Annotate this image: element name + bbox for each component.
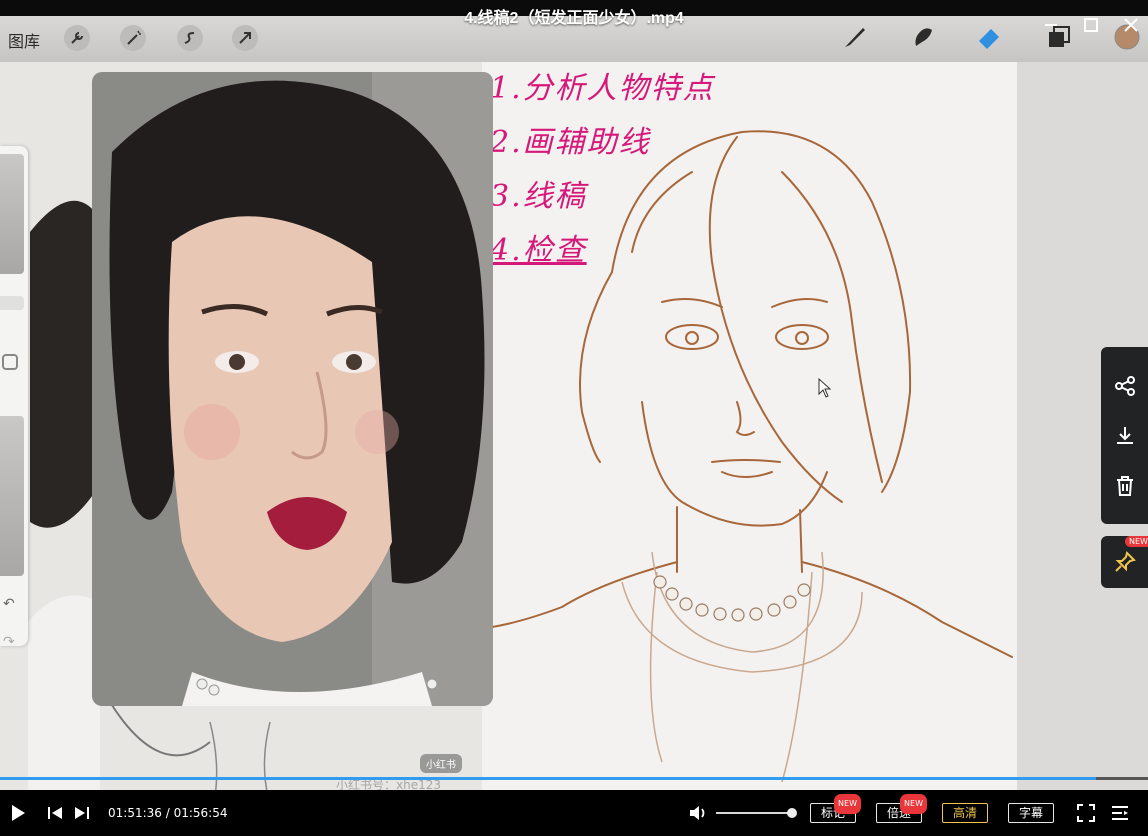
handwritten-notes: 1.分析人物特点 2.画辅助线 3.线稿 4.检查	[490, 62, 715, 278]
speed-new-badge: NEW	[900, 794, 927, 814]
quality-button[interactable]: 高清	[942, 803, 988, 823]
volume-slider[interactable]	[716, 808, 797, 818]
quality-label: 高清	[952, 806, 977, 820]
eraser-icon[interactable]	[976, 24, 1006, 54]
brush-size-handle[interactable]	[0, 296, 24, 310]
wrench-icon[interactable]	[64, 25, 90, 51]
mark-new-badge: NEW	[834, 794, 861, 814]
playlist-icon[interactable]	[1110, 803, 1130, 823]
note-line-2: 2.画辅助线	[490, 125, 651, 160]
video-frame[interactable]: 1.分析人物特点 2.画辅助线 3.线稿 4.检查 ↶ ↷ 小红书 小红书号：x…	[0, 16, 1148, 796]
minimize-icon[interactable]	[1040, 14, 1062, 36]
fullscreen-icon[interactable]	[1076, 803, 1096, 823]
mouse-cursor-icon	[818, 378, 832, 398]
redo-icon[interactable]: ↷	[3, 634, 15, 650]
share-icon[interactable]	[1113, 374, 1137, 398]
selection-icon[interactable]	[177, 25, 203, 51]
opacity-slider[interactable]	[0, 416, 24, 576]
progress-bar[interactable]	[0, 777, 1148, 780]
note-line-4: 4.检查	[490, 233, 587, 268]
pin-panel: NEW	[1101, 536, 1148, 588]
subtitle-button[interactable]: 字幕	[1008, 803, 1054, 823]
pin-new-badge: NEW	[1125, 536, 1148, 547]
progress-fill	[0, 777, 1097, 780]
smudge-icon[interactable]	[910, 24, 940, 54]
player-controls: 01:51:36 / 01:56:54 标记 NEW 倍速 NEW 高清 字幕	[0, 790, 1148, 836]
brush-size-slider[interactable]	[0, 154, 24, 274]
modify-button[interactable]	[2, 354, 18, 370]
pin-icon[interactable]	[1113, 550, 1137, 574]
maximize-icon[interactable]	[1080, 14, 1102, 36]
volume-icon[interactable]	[688, 803, 708, 823]
side-actions-panel	[1101, 347, 1148, 524]
close-icon[interactable]	[1120, 14, 1142, 36]
magic-wand-icon[interactable]	[120, 25, 146, 51]
speed-button[interactable]: 倍速 NEW	[876, 794, 927, 823]
undo-icon[interactable]: ↶	[3, 596, 15, 612]
volume-knob[interactable]	[787, 808, 797, 818]
play-icon[interactable]	[8, 803, 28, 823]
reference-photo	[92, 72, 493, 706]
trash-icon[interactable]	[1113, 474, 1137, 498]
note-line-3: 3.线稿	[490, 179, 587, 214]
mark-button[interactable]: 标记 NEW	[810, 794, 861, 823]
previous-icon[interactable]	[45, 803, 65, 823]
volume-fill	[716, 812, 792, 814]
transform-arrow-icon[interactable]	[232, 25, 258, 51]
download-icon[interactable]	[1113, 424, 1137, 448]
video-player-window: 1.分析人物特点 2.画辅助线 3.线稿 4.检查 ↶ ↷ 小红书 小红书号：x…	[0, 0, 1148, 836]
procreate-sidebar: ↶ ↷	[0, 146, 28, 650]
watermark-badge: 小红书	[420, 754, 462, 773]
next-icon[interactable]	[72, 803, 92, 823]
time-display: 01:51:36 / 01:56:54	[108, 806, 228, 820]
note-line-1: 1.分析人物特点	[490, 71, 715, 106]
gallery-button[interactable]: 图库	[8, 28, 40, 52]
brush-icon[interactable]	[842, 24, 872, 54]
video-title: 4.线稿2（短发正面少女）.mp4	[464, 10, 684, 27]
subtitle-label: 字幕	[1018, 806, 1043, 820]
